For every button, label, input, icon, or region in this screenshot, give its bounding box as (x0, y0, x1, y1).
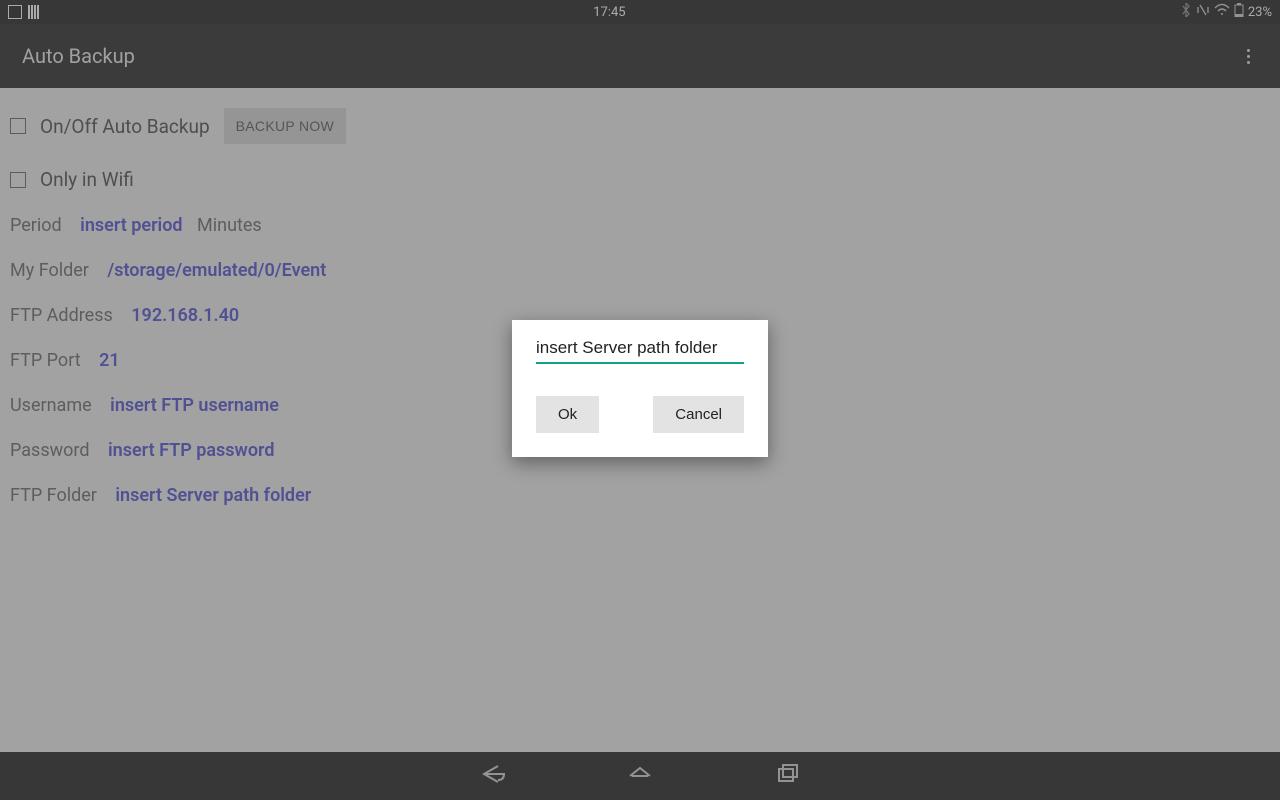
cancel-button[interactable]: Cancel (653, 396, 744, 433)
input-dialog: Ok Cancel (512, 320, 768, 457)
server-path-input[interactable] (536, 334, 744, 364)
ok-button[interactable]: Ok (536, 396, 599, 433)
